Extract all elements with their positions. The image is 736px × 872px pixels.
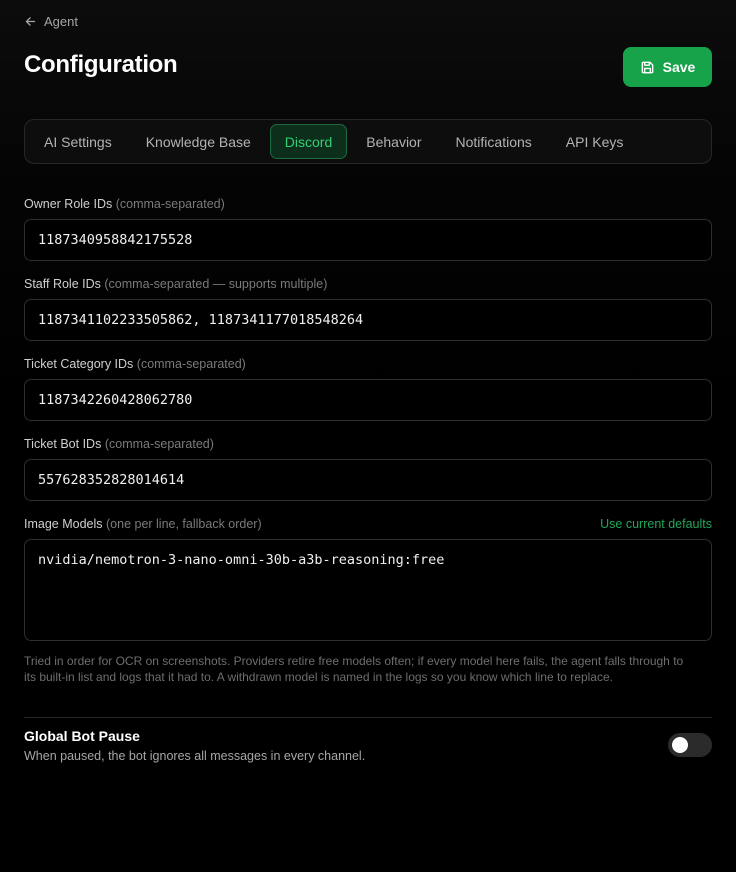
global-bot-pause-description: When paused, the bot ignores all message…	[24, 749, 366, 763]
owner-role-ids-label: Owner Role IDs (comma-separated)	[24, 197, 225, 211]
image-models-label: Image Models (one per line, fallback ord…	[24, 517, 262, 531]
save-icon	[641, 61, 653, 73]
tab-api-keys[interactable]: API Keys	[551, 124, 639, 159]
staff-role-ids-label-text: Staff Role IDs	[24, 277, 101, 291]
ticket-category-ids-hint: (comma-separated)	[136, 357, 246, 371]
image-models-value: nvidia/nemotron-3-nano-omni-30b-a3b-reas…	[38, 552, 445, 568]
section-divider	[24, 717, 712, 718]
settings-tabs: AI Settings Knowledge Base Discord Behav…	[24, 119, 712, 164]
tab-ai-settings[interactable]: AI Settings	[29, 124, 127, 159]
global-bot-pause-title: Global Bot Pause	[24, 728, 140, 744]
owner-role-ids-value: 1187340958842175528	[38, 232, 193, 248]
tab-behavior[interactable]: Behavior	[351, 124, 436, 159]
back-link[interactable]: Agent	[24, 14, 78, 29]
tab-knowledge-base[interactable]: Knowledge Base	[131, 124, 266, 159]
owner-role-ids-label-text: Owner Role IDs	[24, 197, 113, 211]
staff-role-ids-value: 1187341102233505862, 1187341177018548264	[38, 312, 364, 328]
ticket-bot-ids-input[interactable]: 557628352828014614	[24, 459, 712, 501]
ticket-category-ids-label: Ticket Category IDs (comma-separated)	[24, 357, 246, 371]
tab-discord[interactable]: Discord	[269, 124, 348, 159]
ticket-bot-ids-hint: (comma-separated)	[104, 437, 214, 451]
page-title: Configuration	[24, 51, 178, 78]
back-link-label: Agent	[44, 14, 78, 29]
configuration-page: Agent Configuration Save AI Settings Kno…	[0, 0, 736, 872]
image-models-textarea[interactable]: nvidia/nemotron-3-nano-omni-30b-a3b-reas…	[24, 539, 712, 641]
ticket-category-ids-label-text: Ticket Category IDs	[24, 357, 134, 371]
image-models-help-text: Tried in order for OCR on screenshots. P…	[24, 654, 684, 684]
ticket-bot-ids-label: Ticket Bot IDs (comma-separated)	[24, 437, 214, 451]
arrow-left-icon	[25, 17, 36, 26]
image-models-hint: (one per line, fallback order)	[106, 517, 262, 531]
use-current-defaults-link[interactable]: Use current defaults	[600, 517, 712, 531]
staff-role-ids-input[interactable]: 1187341102233505862, 1187341177018548264	[24, 299, 712, 341]
staff-role-ids-hint: (comma-separated — supports multiple)	[104, 277, 328, 291]
ticket-category-ids-value: 1187342260428062780	[38, 392, 193, 408]
staff-role-ids-label: Staff Role IDs (comma-separated — suppor…	[24, 277, 327, 291]
save-button[interactable]: Save	[623, 47, 712, 87]
save-button-label: Save	[662, 59, 696, 75]
owner-role-ids-hint: (comma-separated)	[115, 197, 225, 211]
ticket-bot-ids-label-text: Ticket Bot IDs	[24, 437, 102, 451]
global-bot-pause-toggle[interactable]	[668, 733, 712, 757]
toggle-knob	[672, 737, 688, 753]
ticket-category-ids-input[interactable]: 1187342260428062780	[24, 379, 712, 421]
tab-notifications[interactable]: Notifications	[441, 124, 547, 159]
image-models-label-text: Image Models	[24, 517, 103, 531]
owner-role-ids-input[interactable]: 1187340958842175528	[24, 219, 712, 261]
ticket-bot-ids-value: 557628352828014614	[38, 472, 185, 488]
